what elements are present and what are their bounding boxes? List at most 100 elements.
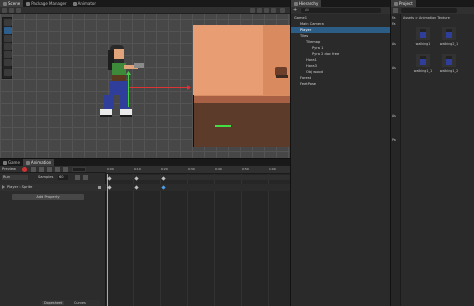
view-mode-tabs: Dopesheet Curves	[40, 300, 100, 306]
current-frame-field[interactable]	[72, 167, 86, 172]
gridline	[214, 174, 215, 306]
samples-field[interactable]: 60	[58, 175, 68, 180]
next-frame-icon[interactable]	[55, 167, 60, 172]
property-options-icon[interactable]	[98, 186, 101, 189]
hierarchy-toolbar: + All	[291, 7, 391, 14]
hierarchy-panel: Hierarchy + All Game1 Main Camera Player…	[290, 0, 391, 306]
animation-window: Game Animation Preview Run Samples 60 Pl…	[0, 158, 290, 306]
tab-package-manager[interactable]: Package Manager	[23, 0, 69, 7]
hand-tool-icon[interactable]	[2, 8, 7, 13]
animation-tab-strip: Game Animation	[0, 159, 290, 166]
breadcrumb: Assets > Animation Texture	[403, 15, 474, 21]
folder-icon	[394, 1, 398, 6]
scene-icon	[3, 1, 7, 6]
clip-dropdown[interactable]: Run	[2, 175, 28, 180]
folder-item[interactable]: As	[392, 114, 396, 118]
ruler-label: 1:00	[269, 167, 276, 171]
pivot-toggle[interactable]	[9, 8, 14, 13]
playback-controls: Preview	[0, 166, 106, 173]
folder-item[interactable]: As	[392, 66, 396, 70]
hierarchy-tab-strip: Hierarchy	[291, 0, 391, 7]
animation-properties-panel: Preview Run Samples 60 Player : Sprite A…	[0, 166, 106, 306]
folder-item[interactable]: As	[392, 42, 396, 46]
player-sprite[interactable]	[100, 45, 146, 135]
first-frame-icon[interactable]	[31, 167, 36, 172]
package-icon	[26, 1, 31, 6]
time-ruler[interactable]: 0:00 0:10 0:20 0:30 0:40 0:50 1:00	[106, 166, 290, 174]
scene-view[interactable]	[0, 7, 290, 158]
scene-tools	[2, 17, 12, 79]
project-toolbar	[391, 7, 474, 14]
ruler-label: 0:30	[188, 167, 195, 171]
tab-scene[interactable]: Scene	[0, 0, 24, 7]
ruler-label: 0:40	[215, 167, 222, 171]
hierarchy-icon	[294, 1, 298, 6]
sky-tile	[193, 25, 263, 95]
tab-hierarchy[interactable]: Hierarchy	[291, 0, 322, 7]
property-label: Player : Sprite	[7, 185, 33, 189]
gizmos-toggle[interactable]	[271, 8, 276, 13]
project-panel: Project Fa Fa As As As Pa Assets > Anima…	[390, 0, 474, 306]
hierarchy-search-input[interactable]: All	[301, 8, 381, 13]
add-keyframe-icon[interactable]	[75, 175, 80, 180]
folder-item[interactable]: Pa	[392, 138, 396, 142]
asset-thumbnail[interactable]	[416, 54, 430, 67]
samples-label: Samples	[38, 175, 54, 179]
prev-frame-icon[interactable]	[39, 167, 44, 172]
light-toggle[interactable]	[257, 8, 262, 13]
play-icon[interactable]	[47, 167, 52, 172]
gridline	[187, 174, 188, 306]
gizmo-x-arrow-icon[interactable]	[187, 85, 191, 90]
asset-name: walking1	[415, 42, 431, 46]
rect-icon[interactable]	[4, 51, 12, 58]
scale-icon[interactable]	[4, 43, 12, 50]
global-toggle[interactable]	[16, 8, 21, 13]
create-asset-icon[interactable]	[393, 8, 398, 13]
gridline	[133, 174, 134, 306]
game-icon	[3, 160, 7, 165]
preview-toggle[interactable]: Preview	[2, 167, 16, 171]
ruler-label: 0:00	[107, 167, 114, 171]
collider-line	[215, 125, 231, 127]
custom-tool-icon[interactable]	[4, 69, 12, 76]
tab-curves[interactable]: Curves	[74, 301, 86, 305]
gizmo-x-axis[interactable]	[129, 87, 187, 88]
asset-thumbnail[interactable]	[416, 27, 430, 40]
playhead[interactable]	[107, 174, 108, 306]
breadcrumb-item[interactable]: Assets	[403, 16, 414, 20]
tab-game[interactable]: Game	[0, 159, 23, 166]
gridline	[241, 174, 242, 306]
2d-toggle[interactable]	[250, 8, 255, 13]
breadcrumb-item[interactable]: Animation Texture	[419, 16, 450, 20]
tab-animator[interactable]: Animator	[70, 0, 99, 7]
gridline	[268, 174, 269, 306]
gizmo-y-axis[interactable]	[128, 74, 129, 107]
last-frame-icon[interactable]	[63, 167, 68, 172]
add-event-icon[interactable]	[83, 175, 88, 180]
property-row[interactable]: Player : Sprite	[0, 184, 106, 191]
hierarchy-item[interactable]: FeetPose	[291, 81, 391, 87]
tab-dopesheet[interactable]: Dopesheet	[42, 301, 65, 305]
add-property-button[interactable]: Add Property	[12, 194, 84, 200]
transform-icon[interactable]	[4, 59, 12, 66]
expand-arrow-icon[interactable]	[2, 185, 5, 189]
rotate-icon[interactable]	[4, 35, 12, 42]
scene-toolbar	[0, 7, 290, 14]
asset-name: walking1_2	[439, 69, 459, 73]
tab-project[interactable]: Project	[391, 0, 416, 7]
dopesheet[interactable]: 0:00 0:10 0:20 0:30 0:40 0:50 1:00	[106, 166, 290, 306]
folder-item[interactable]: Fa	[392, 22, 396, 26]
move-icon[interactable]	[4, 27, 12, 34]
scene-search-icon[interactable]	[280, 8, 285, 13]
clip-row: Run Samples 60	[0, 174, 106, 181]
asset-name: walking1_1	[413, 69, 433, 73]
audio-toggle[interactable]	[264, 8, 269, 13]
hand-icon[interactable]	[4, 19, 12, 26]
record-button[interactable]	[22, 167, 27, 172]
folder-item[interactable]: Fa	[392, 16, 396, 20]
tab-animation[interactable]: Animation	[22, 159, 55, 166]
add-object-button[interactable]: +	[293, 7, 297, 13]
asset-thumbnail[interactable]	[442, 27, 456, 40]
asset-thumbnail[interactable]	[442, 54, 456, 67]
project-search-input[interactable]	[401, 8, 457, 13]
